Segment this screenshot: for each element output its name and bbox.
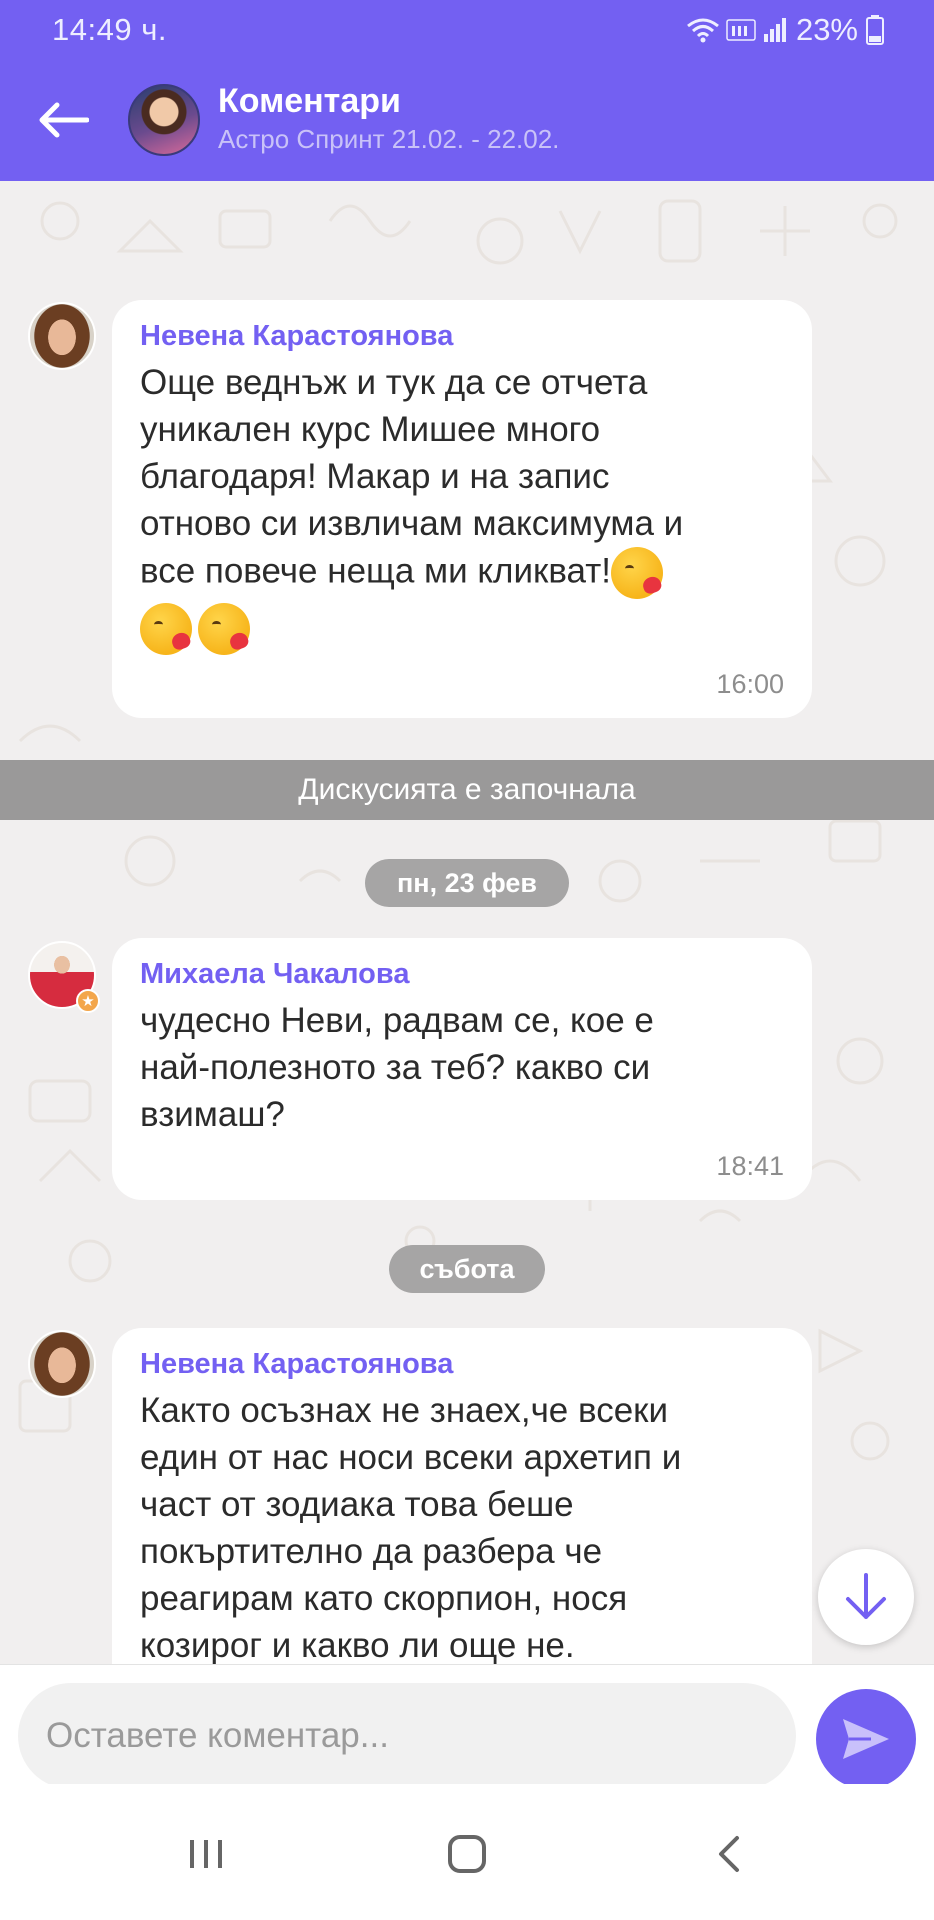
comment-bubble: Невена Карастоянова Още веднъж и тук да … — [112, 300, 812, 718]
scroll-to-bottom-button[interactable] — [818, 1549, 914, 1645]
date-separator: събота — [389, 1245, 545, 1293]
message-time: 18:41 — [716, 1151, 784, 1181]
avatar[interactable] — [28, 1330, 96, 1398]
sender-name[interactable]: Михаела Чакалова — [140, 958, 784, 991]
lte-icon — [726, 19, 756, 41]
kiss-emoji-icon — [611, 547, 663, 599]
recent-apps-button[interactable] — [176, 1824, 236, 1884]
message-line: благодаря! Макар и на запис — [140, 457, 610, 496]
battery-percent: 23% — [795, 12, 858, 47]
status-indicators: 23% — [686, 12, 884, 48]
sender-name[interactable]: Невена Карастоянова — [140, 320, 784, 353]
message-line: един от нас носи всеки архетип и — [140, 1438, 682, 1477]
arrow-down-icon — [846, 1573, 886, 1619]
comment-input[interactable] — [18, 1683, 796, 1789]
emoji-row — [140, 603, 784, 655]
date-separator: пн, 23 фев — [365, 859, 569, 907]
sender-name[interactable]: Невена Карастоянова — [140, 1348, 784, 1381]
status-bar: 14:49 ч. 23% — [0, 0, 934, 58]
message-line: чудесно Неви, радвам се, кое е — [140, 1001, 654, 1040]
recent-apps-icon — [190, 1840, 222, 1868]
channel-avatar[interactable] — [128, 84, 200, 156]
signal-icon — [763, 18, 786, 42]
comment-bubble: Михаела Чакалова чудесно Неви, радвам се… — [112, 938, 812, 1200]
arrow-left-icon — [39, 102, 89, 138]
kiss-emoji-icon — [140, 603, 192, 655]
page-title: Коментари — [218, 82, 401, 120]
message-time: 16:00 — [716, 669, 784, 699]
message-line: все повече неща ми кликват! — [140, 547, 784, 599]
comment-bubble: Невена Карастоянова Както осъзнах не зна… — [112, 1328, 812, 1664]
comments-list[interactable]: Невена Карастоянова Още веднъж и тук да … — [0, 181, 934, 1664]
message-line: отново си извличам максимума и — [140, 504, 684, 543]
chevron-left-icon — [719, 1836, 739, 1872]
system-nav-bar — [0, 1784, 934, 1920]
star-badge-icon: ★ — [76, 989, 100, 1013]
home-icon — [448, 1835, 486, 1873]
message-line: най-полезното за теб? какво си — [140, 1048, 651, 1087]
comment-composer — [0, 1664, 934, 1789]
battery-icon — [866, 15, 884, 45]
send-icon — [843, 1719, 889, 1759]
message-line: Както осъзнах не знаех,че всеки — [140, 1391, 669, 1430]
app-header: 14:49 ч. 23% Коментари Астро Спринт 21.0… — [0, 0, 934, 181]
message-line: реагирам като скорпион, нося — [140, 1579, 628, 1618]
message-text: Както осъзнах не знаех,че всеки един от … — [140, 1387, 784, 1664]
message-line: покъртително да разбера че — [140, 1532, 603, 1571]
page-subtitle: Астро Спринт 21.02. - 22.02. — [218, 124, 560, 154]
message-line: взимаш? — [140, 1095, 285, 1134]
kiss-emoji-icon — [198, 603, 250, 655]
discussion-started-banner: Дискусията е започнала — [0, 760, 934, 820]
back-button[interactable] — [36, 92, 92, 148]
status-time: 14:49 ч. — [52, 12, 167, 47]
network-icons — [686, 16, 788, 44]
back-nav-button[interactable] — [698, 1824, 758, 1884]
message-text: чудесно Неви, радвам се, кое е най-полез… — [140, 997, 784, 1138]
message-line-text: все повече неща ми кликват! — [140, 551, 611, 591]
avatar[interactable] — [28, 302, 96, 370]
message-line: част от зодиака това беше — [140, 1485, 574, 1524]
home-button[interactable] — [437, 1824, 497, 1884]
wifi-icon — [687, 18, 719, 43]
message-text: Още веднъж и тук да се отчета уникален к… — [140, 359, 784, 655]
message-line: козирог и какво ли още не. — [140, 1626, 575, 1664]
send-button[interactable] — [816, 1689, 916, 1789]
message-line: уникален курс Мишее много — [140, 410, 601, 449]
message-line: Още веднъж и тук да се отчета — [140, 363, 648, 402]
